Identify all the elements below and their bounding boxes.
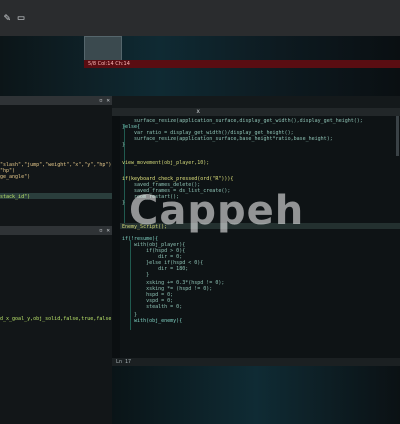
monitor-icon[interactable]: ▭ [14,11,28,25]
left-code-block: "slash","jump","weight","x","y","hp") "h… [0,105,112,223]
toolbar: ✎ ▭ [0,0,400,36]
code-line: } [122,272,150,278]
left-code-line: ge_angle") [0,174,31,180]
editor-header: x [112,108,400,116]
left-code-line: d_x_goal_y,obj_solid,false,true,false) [0,316,115,322]
line-gutter [112,116,120,358]
left-code-line: "slash","jump","weight","x","y","hp") [0,162,112,168]
close-icon[interactable]: x [196,108,200,116]
watermark: Cappeh [129,188,305,234]
room-thumbnail[interactable] [84,36,122,62]
pane-window-buttons[interactable]: ▫ ✕ [99,96,110,105]
left-code-line: stack_id") [0,194,31,200]
status-text: 5/8 Col:14 Ch:14 [88,61,130,67]
pane-window-buttons[interactable]: ▫ ✕ [99,226,110,235]
tool-icon[interactable]: ✎ [0,11,14,25]
cursor-position: Ln 17 [116,359,132,365]
code-line: with(obj_enemy){ [122,318,183,324]
left-pane-header: ▫ ✕ [0,96,112,105]
code-line: } [122,142,126,148]
code-line: } [122,200,126,206]
editor-status-bar: Ln 17 [112,358,400,366]
error-status-bar: 5/8 Col:14 Ch:14 [84,60,400,68]
lower-room-preview [112,366,400,424]
code-line: view_movement(obj_player,10); [122,160,210,166]
left-pane-header-2: ▫ ✕ [0,226,112,235]
code-line: stealth = 0; [122,304,183,310]
editor-scrollbar[interactable] [396,116,399,156]
code-line: surface_resize(application_surface,base_… [122,136,333,142]
code-line: surface_resize(application_surface,displ… [122,118,363,124]
